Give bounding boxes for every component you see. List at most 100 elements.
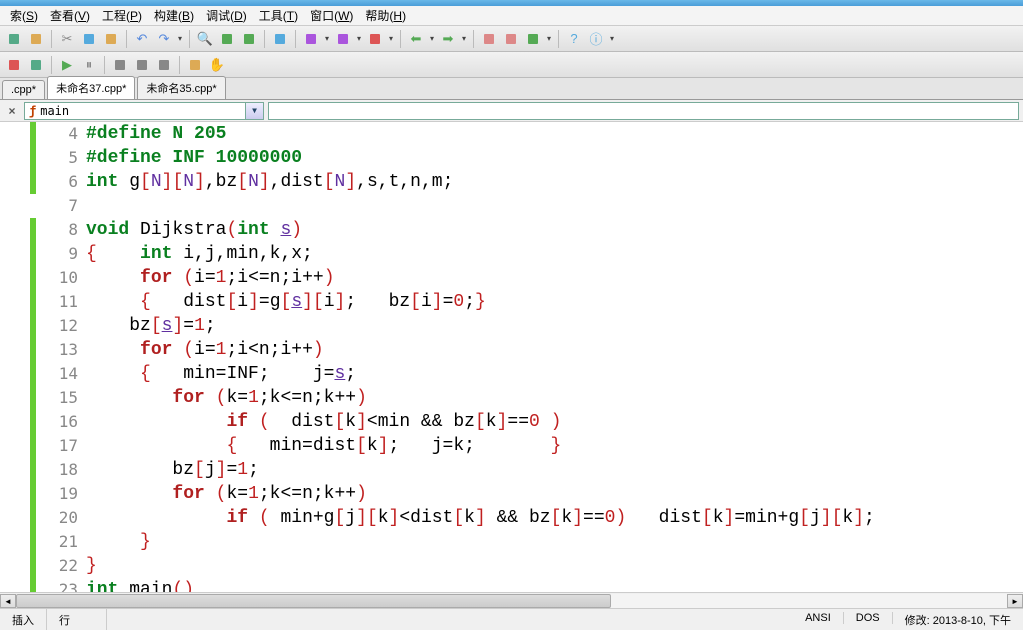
code-line[interactable]: { min=INF; j=s;	[86, 362, 1023, 386]
line-number: 5	[36, 146, 78, 170]
dropdown-arrow-icon[interactable]: ▾	[428, 34, 436, 43]
member-combo[interactable]	[268, 102, 1019, 120]
code-line[interactable]: #define INF 10000000	[86, 146, 1023, 170]
status-eol: DOS	[844, 612, 893, 624]
separator	[179, 56, 180, 74]
scroll-thumb[interactable]	[16, 594, 611, 608]
find-button[interactable]: 🔍	[195, 29, 215, 49]
scroll-right-button[interactable]: ►	[1007, 594, 1023, 608]
binary2-button[interactable]	[132, 55, 152, 75]
step-button[interactable]	[4, 55, 24, 75]
code-line[interactable]: bz[s]=1;	[86, 314, 1023, 338]
line-number: 22	[36, 554, 78, 578]
menu-2[interactable]: 工程(P)	[96, 7, 148, 24]
dropdown-arrow-icon[interactable]: ▾	[355, 34, 363, 43]
find-next-button[interactable]	[239, 29, 259, 49]
dropdown-arrow-icon[interactable]: ▾	[323, 34, 331, 43]
code-line[interactable]: { dist[i]=g[s][i]; bz[i]=0;}	[86, 290, 1023, 314]
arrow-left-button[interactable]: ⬅	[406, 29, 426, 49]
status-spacer	[107, 609, 793, 630]
dropdown-arrow-icon[interactable]: ▾	[460, 34, 468, 43]
indent-guide-button[interactable]	[301, 29, 321, 49]
scroll-track[interactable]	[16, 594, 1007, 608]
code-line[interactable]: for (i=1;i<=n;i++)	[86, 266, 1023, 290]
line-number: 18	[36, 458, 78, 482]
code-line[interactable]: for (k=1;k<=n;k++)	[86, 386, 1023, 410]
line-number: 11	[36, 290, 78, 314]
restart-button[interactable]	[26, 55, 46, 75]
arrow-right-button[interactable]: ➡	[438, 29, 458, 49]
code-line[interactable]: bz[j]=1;	[86, 458, 1023, 482]
doc2-button[interactable]	[501, 29, 521, 49]
chevron-down-icon[interactable]: ▼	[245, 103, 263, 119]
help-button[interactable]: ?	[564, 29, 584, 49]
separator	[295, 30, 296, 48]
menu-1[interactable]: 查看(V)	[44, 7, 96, 24]
unindent-button[interactable]	[365, 29, 385, 49]
line-number: 10	[36, 266, 78, 290]
copy-button[interactable]	[79, 29, 99, 49]
scroll-left-button[interactable]: ◄	[0, 594, 16, 608]
dropdown-arrow-icon[interactable]: ▾	[608, 34, 616, 43]
paste-button[interactable]	[101, 29, 121, 49]
code-editor[interactable]: 4567891011121314151617181920212223 #defi…	[0, 122, 1023, 604]
code-line[interactable]: for (k=1;k<=n;k++)	[86, 482, 1023, 506]
line-number: 7	[36, 194, 78, 218]
separator	[104, 56, 105, 74]
horizontal-scrollbar[interactable]: ◄ ►	[0, 592, 1023, 608]
tab-bar: .cpp*未命名37.cpp*未命名35.cpp*	[0, 78, 1023, 100]
status-modified: 修改: 2013-8-10, 下午	[893, 612, 1023, 628]
menu-3[interactable]: 构建(B)	[148, 7, 200, 24]
separator	[558, 30, 559, 48]
dropdown-arrow-icon[interactable]: ▾	[545, 34, 553, 43]
file-tab-1[interactable]: 未命名37.cpp*	[47, 76, 135, 99]
dropdown-arrow-icon[interactable]: ▾	[387, 34, 395, 43]
pause-button[interactable]: ⏸	[79, 55, 99, 75]
line-number: 21	[36, 530, 78, 554]
new-button[interactable]	[4, 29, 24, 49]
line-number: 4	[36, 122, 78, 146]
close-panel-button[interactable]: ×	[4, 103, 20, 119]
file-tab-0[interactable]: .cpp*	[2, 80, 45, 99]
separator	[126, 30, 127, 48]
excel-button[interactable]	[523, 29, 543, 49]
line-number: 20	[36, 506, 78, 530]
undo-button[interactable]: ↶	[132, 29, 152, 49]
find-prev-button[interactable]	[217, 29, 237, 49]
code-line[interactable]: }	[86, 530, 1023, 554]
bookmark-button[interactable]	[270, 29, 290, 49]
run-button[interactable]: ▶	[57, 55, 77, 75]
code-line[interactable]: for (i=1;i<n;i++)	[86, 338, 1023, 362]
code-line[interactable]: if ( dist[k]<min && bz[k]==0 )	[86, 410, 1023, 434]
separator	[51, 30, 52, 48]
function-icon: ƒ	[29, 104, 36, 118]
code-line[interactable]: { min=dist[k]; j=k; }	[86, 434, 1023, 458]
open-button[interactable]	[26, 29, 46, 49]
code-line[interactable]: int g[N][N],bz[N],dist[N],s,t,n,m;	[86, 170, 1023, 194]
menu-4[interactable]: 调试(D)	[200, 7, 253, 24]
code-line[interactable]: void Dijkstra(int s)	[86, 218, 1023, 242]
menu-0[interactable]: 索(S)	[4, 7, 44, 24]
code-line[interactable]	[86, 194, 1023, 218]
redo-button[interactable]: ↷	[154, 29, 174, 49]
code-line[interactable]: if ( min+g[j][k]<dist[k] && bz[k]==0) di…	[86, 506, 1023, 530]
menu-5[interactable]: 工具(T)	[253, 7, 304, 24]
menu-7[interactable]: 帮助(H)	[359, 7, 412, 24]
binary3-button[interactable]	[154, 55, 174, 75]
file-tab-2[interactable]: 未命名35.cpp*	[137, 76, 225, 99]
scope-combo[interactable]: ƒ main ▼	[24, 102, 264, 120]
binary1-button[interactable]	[110, 55, 130, 75]
code-line[interactable]: }	[86, 554, 1023, 578]
stop-hand-button[interactable]: ✋	[207, 55, 227, 75]
outdent-button[interactable]	[333, 29, 353, 49]
code-line[interactable]: { int i,j,min,k,x;	[86, 242, 1023, 266]
info-button[interactable]: ⓘ	[586, 29, 606, 49]
cut-button[interactable]: ✂	[57, 29, 77, 49]
doc-button[interactable]	[185, 55, 205, 75]
status-line: 行	[47, 609, 107, 630]
dropdown-arrow-icon[interactable]: ▾	[176, 34, 184, 43]
separator	[51, 56, 52, 74]
menu-6[interactable]: 窗口(W)	[304, 7, 359, 24]
code-line[interactable]: #define N 205	[86, 122, 1023, 146]
doc1-button[interactable]	[479, 29, 499, 49]
